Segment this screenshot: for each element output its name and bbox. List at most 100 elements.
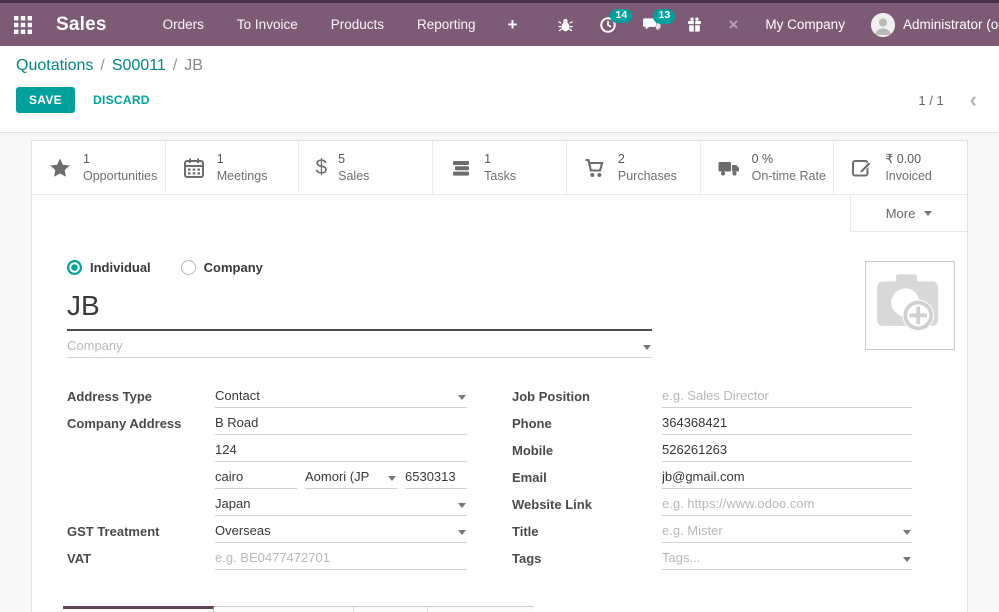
star-icon [48,156,72,180]
gst-treatment-field [215,521,467,543]
stat-tasks[interactable]: 1 Tasks [433,141,567,194]
stat-opportunities[interactable]: 1 Opportunities [32,141,166,194]
stat-label: Purchases [618,168,677,184]
stat-value: 5 [338,151,369,167]
country-select[interactable] [215,494,467,516]
chevron-down-icon [388,476,396,481]
vat-input[interactable] [215,548,467,570]
chevron-down-icon [458,503,466,508]
address-type-label: Address Type [67,389,215,404]
more-button[interactable]: More [850,195,967,232]
notebook-tabs [63,606,534,612]
tab-4[interactable] [428,606,534,612]
stat-label: Opportunities [83,168,157,184]
radio-individual[interactable]: Individual [67,260,151,275]
address-column: Address Type Company Address [67,383,467,572]
title-label: Title [512,524,662,539]
chevron-down-icon [924,211,932,216]
address-type-select[interactable] [215,386,467,408]
vat-field [215,548,467,570]
gift-icon[interactable] [686,16,703,33]
mobile-field [662,440,912,462]
tab-active[interactable] [63,606,214,612]
street2-input[interactable] [215,440,467,462]
pager-count: 1 / 1 [918,93,943,108]
phone-field [662,413,912,435]
stat-meetings[interactable]: 1 Meetings [166,141,300,194]
person-icon [871,13,895,37]
activities-badge: 14 [610,9,632,24]
company-field [67,336,652,358]
chevron-down-icon [643,345,651,350]
chevron-down-icon [903,530,911,535]
pager-previous-icon[interactable]: ‹ [970,93,977,107]
company-input[interactable] [67,336,652,358]
main-navbar: Sales Orders To Invoice Products Reporti… [0,3,999,46]
stat-purchases[interactable]: 2 Purchases [567,141,701,194]
stat-label: Tasks [484,168,516,184]
grid-icon [14,16,32,34]
close-icon[interactable]: × [728,15,738,35]
breadcrumb-s00011[interactable]: S00011 [112,57,166,75]
app-name[interactable]: Sales [56,14,107,36]
email-label: Email [512,470,662,485]
calendar-icon [182,156,206,180]
user-avatar[interactable] [871,13,895,37]
menu-reporting[interactable]: Reporting [417,17,476,32]
title-select[interactable] [662,521,912,543]
tags-label: Tags [512,551,662,566]
zip-input[interactable] [405,467,467,489]
menu-orders[interactable]: Orders [163,17,204,32]
tab-2[interactable] [214,606,354,612]
state-select[interactable] [305,467,397,489]
apps-menu-icon[interactable] [14,12,32,38]
user-menu[interactable]: Administrator (odoo14 [903,17,999,32]
debug-bug-icon[interactable] [557,16,574,33]
messages-button[interactable]: 13 [642,16,661,33]
breadcrumb-separator: / [100,57,104,75]
contact-photo-upload[interactable] [865,261,955,350]
radio-company[interactable]: Company [181,260,263,275]
phone-label: Phone [512,416,662,431]
stat-sales[interactable]: $ 5 Sales [299,141,433,194]
street-field [215,413,467,435]
phone-input[interactable] [662,413,912,435]
truck-icon [717,156,741,180]
city-input[interactable] [215,467,297,489]
gst-treatment-select[interactable] [215,521,467,543]
email-input[interactable] [662,467,912,489]
dollar-icon: $ [315,156,327,180]
radio-unselected-icon [181,260,196,275]
app-menu: Orders To Invoice Products Reporting [163,17,476,32]
menu-to-invoice[interactable]: To Invoice [237,17,298,32]
job-position-field [662,386,912,408]
stat-value: 1 [83,151,157,167]
navbar-systray: 14 13 × My Company [557,13,999,37]
job-position-input[interactable] [662,386,912,408]
stat-invoiced[interactable]: ₹ 0.00 Invoiced [834,141,967,194]
website-input[interactable] [662,494,912,516]
breadcrumb-quotations[interactable]: Quotations [16,57,93,75]
tab-3[interactable] [354,606,428,612]
radio-individual-label: Individual [90,260,151,275]
mobile-input[interactable] [662,440,912,462]
tags-input[interactable] [662,548,912,570]
company-switcher[interactable]: My Company [765,17,845,32]
save-button[interactable]: SAVE [16,87,75,113]
more-row: More [32,195,967,232]
chevron-down-icon [458,530,466,535]
stat-on-time-rate[interactable]: 0 % On-time Rate [701,141,835,194]
discard-button[interactable]: DISCARD [93,93,150,107]
street-input[interactable] [215,413,467,435]
city-state-zip-row [215,467,467,489]
title-field [662,521,912,543]
contact-name-input[interactable]: JB [67,290,652,331]
menu-products[interactable]: Products [331,17,384,32]
gift-box-icon [686,16,703,33]
chevron-down-icon [903,557,911,562]
state-field [305,467,397,489]
quick-create-icon[interactable]: + [508,15,518,35]
mobile-label: Mobile [512,443,662,458]
activities-button[interactable]: 14 [599,16,617,34]
breadcrumb-current: JB [184,57,203,75]
